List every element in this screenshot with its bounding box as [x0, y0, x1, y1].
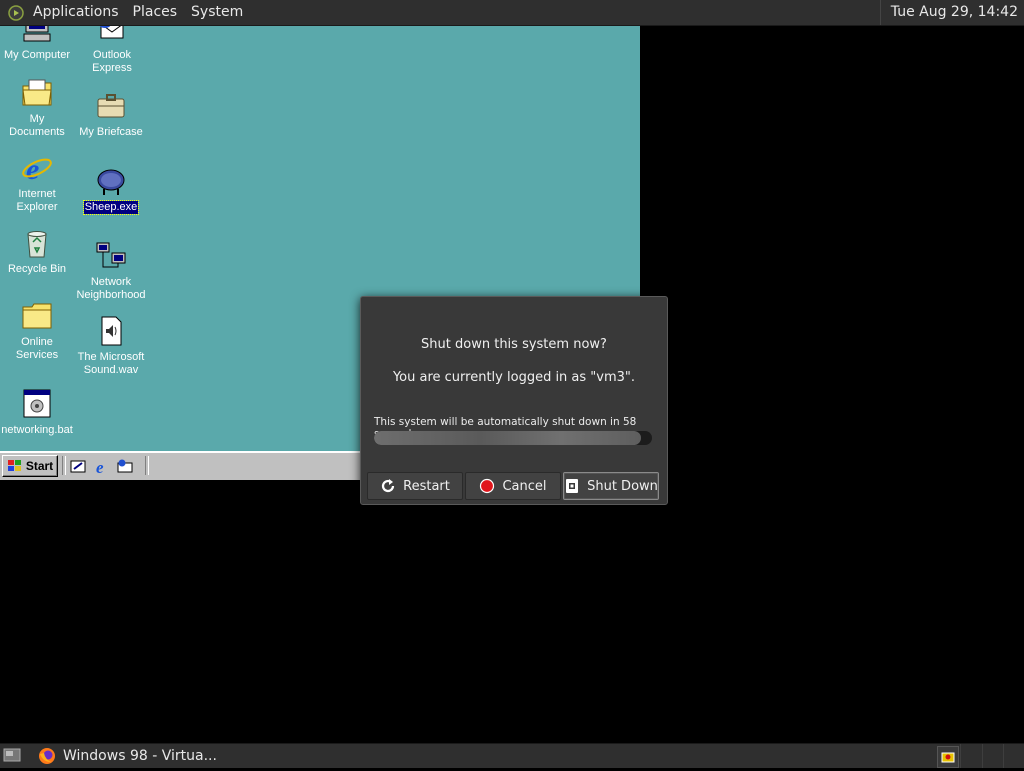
desktop-icon-label: My Documents — [9, 113, 65, 138]
desktop-icon-my-briefcase[interactable]: My Briefcase — [74, 89, 148, 139]
workspace-2[interactable] — [960, 744, 981, 768]
sheep-icon — [97, 169, 125, 195]
taskbar-separator — [62, 456, 66, 475]
folder-documents-icon — [22, 79, 52, 106]
folder-icon — [22, 303, 52, 329]
desktop-icon-label: Online Services — [15, 336, 59, 361]
applications-logo-icon — [8, 4, 24, 21]
batch-file-icon — [23, 389, 51, 418]
taskbar-window-title: Windows 98 - Virtua... — [63, 748, 217, 764]
shutdown-icon — [566, 479, 579, 493]
taskbar-window-button[interactable]: Windows 98 - Virtua... — [32, 744, 258, 768]
desktop-icon-networking-bat[interactable]: networking.bat — [0, 387, 74, 437]
tray-app-icon[interactable] — [937, 746, 959, 768]
desktop-icon-my-documents[interactable]: My Documents — [0, 76, 74, 139]
applications-menu[interactable]: Applications — [26, 0, 126, 25]
workspace-4[interactable] — [1003, 744, 1024, 768]
restart-icon — [382, 479, 395, 493]
briefcase-icon — [97, 94, 125, 118]
internet-explorer-quicklaunch-icon[interactable]: e — [94, 458, 111, 475]
workspace-3[interactable] — [982, 744, 1003, 768]
firefox-icon — [39, 748, 55, 764]
desktop-icon-label: Network Neighborhood — [76, 276, 146, 301]
shutdown-button[interactable]: Shut Down — [563, 472, 659, 500]
bottom-panel: Windows 98 - Virtua... — [0, 743, 1024, 768]
desktop-icon-label: networking.bat — [1, 424, 73, 436]
desktop-icon-network-neighborhood[interactable]: Network Neighborhood — [74, 239, 148, 302]
desktop-icon-recycle-bin[interactable]: Recycle Bin — [0, 226, 74, 276]
show-desktop-icon[interactable] — [3, 747, 21, 763]
desktop-icon-label: Internet Explorer — [16, 188, 58, 213]
sound-file-icon — [101, 316, 122, 346]
internet-explorer-icon: e — [22, 153, 52, 185]
shutdown-label: Shut Down — [587, 478, 658, 494]
progress-fill — [374, 431, 641, 445]
computer-icon — [23, 26, 51, 42]
dialog-subtitle: You are currently logged in as "vm3". — [392, 370, 636, 385]
clock[interactable]: Tue Aug 29, 14:42 — [879, 0, 1024, 25]
top-panel: Applications Places System Tue Aug 29, 1… — [0, 0, 1024, 26]
desktop-icon-label: Outlook Express — [92, 49, 132, 74]
countdown-progress-bar — [374, 431, 652, 445]
restart-button[interactable]: Restart — [367, 472, 463, 500]
start-label: Start — [25, 459, 54, 473]
windows-logo-icon — [7, 460, 21, 471]
tray-indicator-icon — [941, 752, 955, 763]
desktop-icon-sheep-exe[interactable]: Sheep.exe — [74, 164, 148, 215]
cancel-label: Cancel — [502, 478, 547, 494]
desktop-icon-label: The Microsoft Sound.wav — [77, 351, 145, 376]
restart-label: Restart — [403, 478, 450, 494]
show-desktop-quicklaunch-icon[interactable] — [70, 458, 87, 475]
start-button[interactable]: Start — [2, 455, 58, 477]
cancel-button[interactable]: Cancel — [465, 472, 561, 500]
desktop-icon-label: Recycle Bin — [7, 263, 67, 275]
network-icon — [96, 242, 126, 268]
desktop-icon-label: My Briefcase — [79, 126, 143, 138]
dialog-title: Shut down this system now? — [421, 337, 607, 352]
cancel-icon — [480, 478, 495, 494]
svg-text:e: e — [96, 458, 104, 475]
shutdown-dialog: Shut down this system now? You are curre… — [360, 296, 668, 505]
desktop-icon-my-computer[interactable]: My Computer — [0, 26, 74, 62]
desktop-icon-internet-explorer[interactable]: e Internet Explorer — [0, 151, 74, 214]
desktop-icon-online-services[interactable]: Online Services — [0, 299, 74, 362]
system-menu[interactable]: System — [184, 0, 250, 25]
places-menu[interactable]: Places — [126, 0, 185, 25]
desktop-icon-microsoft-sound-wav[interactable]: The Microsoft Sound.wav — [74, 314, 148, 377]
taskbar-separator — [145, 456, 149, 475]
desktop-icon-label: My Computer — [3, 49, 71, 61]
outlook-express-icon — [99, 26, 124, 39]
outlook-quicklaunch-icon[interactable] — [117, 458, 134, 475]
svg-text:e: e — [26, 153, 39, 185]
desktop-icon-label: Sheep.exe — [82, 200, 140, 215]
desktop-icon-outlook-express[interactable]: Outlook Express — [75, 26, 149, 75]
recycle-bin-icon — [27, 231, 47, 258]
